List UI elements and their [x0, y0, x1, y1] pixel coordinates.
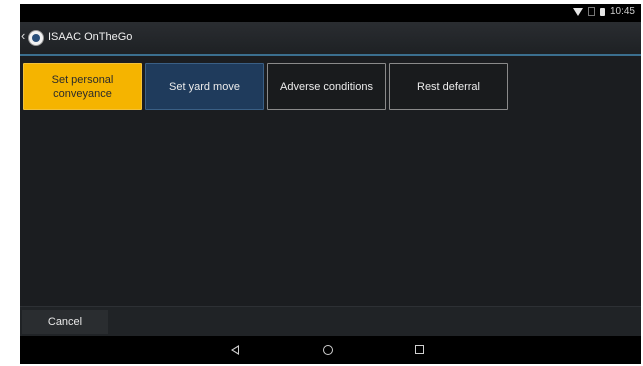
- status-icons: 10:45: [572, 6, 635, 17]
- nav-home-icon[interactable]: [320, 342, 336, 358]
- wifi-icon: [572, 7, 583, 16]
- duty-options: Set personal conveyance Set yard move Ad…: [23, 63, 508, 110]
- app-title: ISAAC OnTheGo: [48, 31, 133, 43]
- rest-deferral-button[interactable]: Rest deferral: [389, 63, 508, 110]
- app-bar: ‹ ISAAC OnTheGo: [20, 22, 641, 56]
- device-screen: 10:45 ‹ ISAAC OnTheGo Set personal conve…: [20, 4, 641, 364]
- sim-icon: [587, 7, 595, 16]
- status-bar: 10:45: [20, 4, 641, 22]
- set-personal-conveyance-button[interactable]: Set personal conveyance: [23, 63, 142, 110]
- system-nav-bar: [20, 336, 641, 364]
- battery-icon: [599, 7, 605, 16]
- adverse-conditions-button[interactable]: Adverse conditions: [267, 63, 386, 110]
- status-time: 10:45: [609, 6, 635, 17]
- app-logo-icon[interactable]: [28, 30, 44, 46]
- bottom-action-bar: [20, 306, 641, 337]
- set-yard-move-button[interactable]: Set yard move: [145, 63, 264, 110]
- cancel-button[interactable]: Cancel: [22, 310, 108, 334]
- back-chevron-icon[interactable]: ‹: [21, 28, 25, 43]
- nav-back-icon[interactable]: [228, 342, 244, 358]
- nav-recents-icon[interactable]: [412, 342, 428, 358]
